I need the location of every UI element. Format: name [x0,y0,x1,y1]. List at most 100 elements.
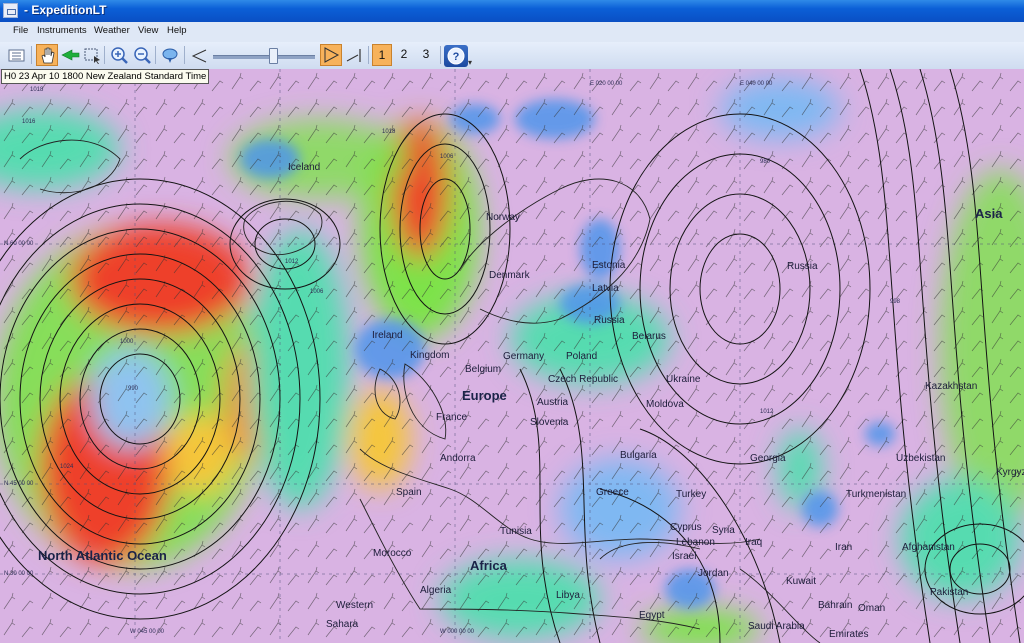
view-3-button[interactable]: 3 [416,44,436,66]
label-denmark: Denmark [489,270,530,281]
isobar-label: 1024 [60,464,74,470]
weather-map[interactable]: Iceland Norway Denmark Estonia Latvia Ru… [0,69,1024,643]
menu-instruments[interactable]: Instruments [37,25,87,36]
label-georgia: Georgia [750,453,786,464]
lat-label-45: N 45 00 00 [4,481,34,487]
label-germany: Germany [503,351,545,362]
zoom-out-icon [134,47,151,64]
slider-end-button[interactable] [343,44,365,66]
menu-bar: File Instruments Weather View Help [0,22,1024,43]
app-icon [3,3,18,18]
toolbar-separator [440,46,441,64]
label-bahrain: Bahrain [818,600,853,611]
label-belgium: Belgium [465,364,502,375]
label-iceland: Iceland [288,162,321,173]
label-kazakhstan: Kazakhstan [925,381,978,392]
help-icon: ? [447,47,465,65]
toolbar-overflow-icon[interactable]: ▾ [468,58,475,67]
toolbar-separator [31,46,32,64]
label-russia-west: Russia [594,315,625,326]
label-slovenia: Slovenia [530,417,569,428]
lon-label-e20: E 020 00 00 [590,81,623,87]
toolbar-separator [368,46,369,64]
toolbar: 1 2 3 [0,42,1024,70]
label-pakistan: Pakistan [930,587,969,598]
slider-start-button[interactable] [188,44,210,66]
label-kingdom: Kingdom [410,350,450,361]
label-lebanon: Lebanon [676,537,715,548]
label-czech: Czech Republic [548,374,619,385]
label-north-atlantic: North Atlantic Ocean [38,548,167,563]
zoom-out-button[interactable] [131,44,153,66]
list-button[interactable] [5,44,27,66]
slider-end-icon [346,49,361,62]
zoom-in-button[interactable] [108,44,130,66]
isobar-label: 980 [760,159,771,165]
label-europe: Europe [462,388,507,403]
label-morocco: Morocco [373,548,412,559]
svg-text:?: ? [453,51,460,63]
label-egypt: Egypt [639,610,665,621]
zoom-in-icon [111,47,128,64]
view-2-button[interactable]: 2 [394,44,414,66]
arrow-button[interactable] [59,44,81,66]
isobar-label: 1018 [382,129,396,135]
hand-icon [41,47,55,64]
lon-label-w45: W 045 00 00 [130,629,165,635]
label-france: France [436,412,468,423]
play-icon [324,47,340,63]
isobar-label: 1012 [760,409,774,415]
title-bar: - ExpeditionLT [0,0,1024,22]
toolbar-separator [155,46,156,64]
label-norway: Norway [486,212,520,223]
label-iraq: Iraq [745,537,763,548]
isobar-label: 1018 [30,87,44,93]
label-greece: Greece [596,487,629,498]
menu-help[interactable]: Help [167,25,187,36]
label-israel: Israel [672,551,697,562]
window-title: - ExpeditionLT [24,3,107,17]
menu-view[interactable]: View [138,25,158,36]
label-turkey: Turkey [676,489,707,500]
menu-weather[interactable]: Weather [94,25,130,36]
label-andorra: Andorra [440,453,476,464]
time-slider-track[interactable] [213,55,315,59]
select-box-icon [84,48,100,64]
lon-label-0: W 000 00 00 [440,629,475,635]
isobar-label: 998 [890,299,901,305]
label-algeria: Algeria [420,585,452,596]
toolbar-separator [184,46,185,64]
select-box-button[interactable] [81,44,103,66]
label-sahara: Sahara [326,619,359,630]
lon-label-e40: E 040 00 00 [740,81,773,87]
label-kuwait: Kuwait [786,576,817,587]
label-moldova: Moldova [646,399,684,410]
isobar-label: 1000 [120,339,134,345]
slider-start-icon [191,49,207,63]
label-estonia: Estonia [592,260,626,271]
forecast-time-label: H0 23 Apr 10 1800 New Zealand Standard T… [1,69,210,84]
isobar-label: 1006 [310,289,324,295]
isobar-label: 1016 [22,119,36,125]
label-jordan: Jordan [698,568,729,579]
lat-label-30: N 30 00 00 [4,571,34,577]
pin-icon [162,48,178,63]
hand-button[interactable] [36,44,58,66]
pin-button[interactable] [159,44,181,66]
label-turkmenistan: Turkmenistan [846,489,907,500]
label-saudi-arabia: Saudi Arabia [748,621,805,632]
label-libya: Libya [556,590,580,601]
label-russia-east: Russia [787,261,818,272]
menu-file[interactable]: File [13,25,28,36]
label-afghanistan: Afghanistan [902,542,955,553]
label-ireland: Ireland [372,330,403,341]
toolbar-separator [104,46,105,64]
label-ukraine: Ukraine [666,374,701,385]
label-africa: Africa [470,558,507,573]
view-1-button[interactable]: 1 [372,44,392,66]
isobar-label: 990 [128,386,139,392]
play-button[interactable] [320,44,342,66]
help-button[interactable]: ? [444,45,468,67]
time-slider-thumb[interactable] [268,48,278,64]
label-belarus: Belarus [632,331,666,342]
